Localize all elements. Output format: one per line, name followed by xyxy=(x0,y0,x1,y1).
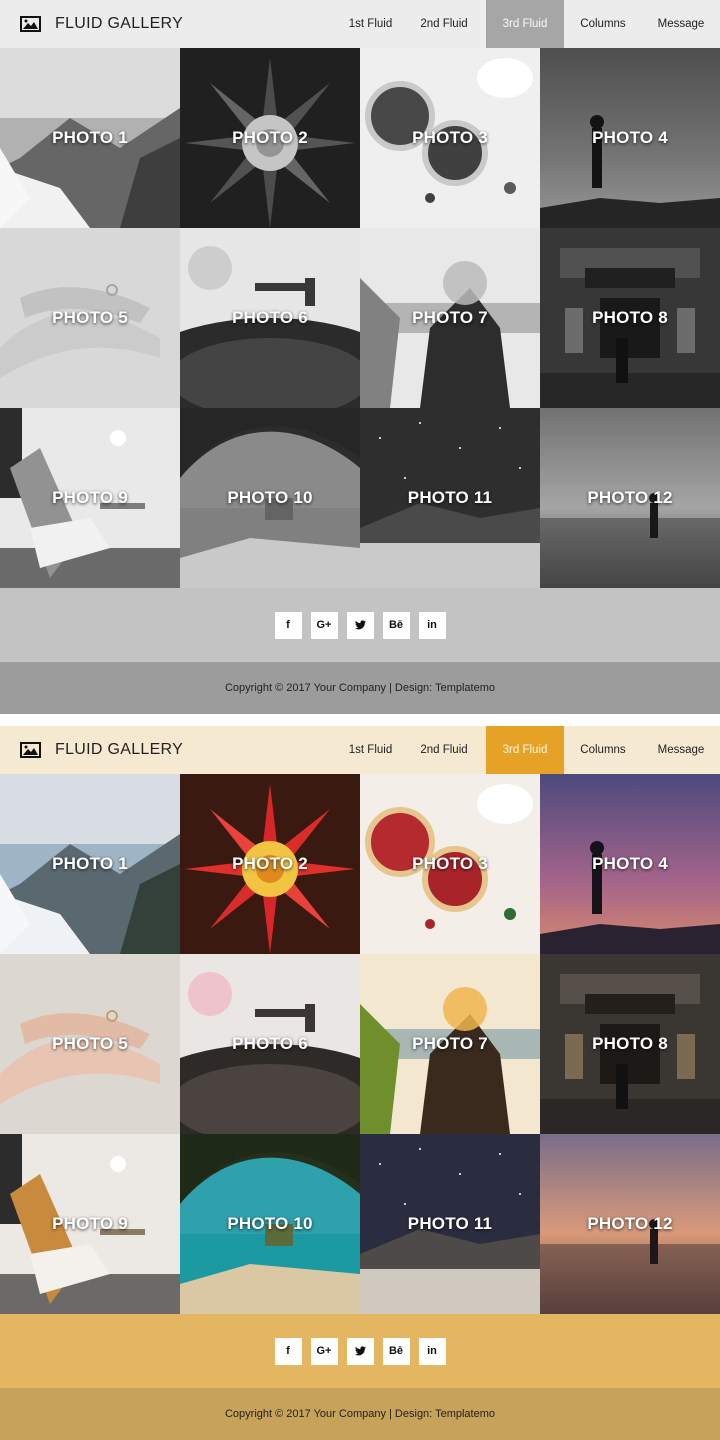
photo-tile-4[interactable]: PHOTO 4 xyxy=(540,774,720,954)
facebook-icon[interactable]: f xyxy=(274,611,302,639)
brand-title: FLUID GALLERY xyxy=(55,741,184,758)
photo-tile-8[interactable]: PHOTO 8 xyxy=(540,954,720,1134)
facebook-icon[interactable]: f xyxy=(274,1337,302,1365)
nav-link-message[interactable]: Message xyxy=(642,0,720,48)
brand-title: FLUID GALLERY xyxy=(55,15,184,32)
linkedin-icon[interactable]: in xyxy=(418,1337,446,1365)
photo-label: PHOTO 10 xyxy=(227,488,313,507)
gallery-section-color: FLUID GALLERY 1st Fluid 2nd Fluid 3rd Fl… xyxy=(0,726,720,1440)
copyright-text: Copyright © 2017 Your Company | Design: … xyxy=(224,1408,496,1420)
photo-label: PHOTO 9 xyxy=(52,1214,128,1233)
photo-tile-2[interactable]: PHOTO 2 xyxy=(180,48,360,228)
photo-tile-7[interactable]: PHOTO 7 xyxy=(360,954,540,1134)
photo-label: PHOTO 11 xyxy=(407,1214,493,1233)
photo-label: PHOTO 8 xyxy=(592,308,668,327)
behance-icon[interactable]: Bē xyxy=(382,611,410,639)
picture-icon xyxy=(20,16,41,32)
nav-link-columns[interactable]: Columns xyxy=(564,726,642,774)
twitter-icon[interactable] xyxy=(346,1337,374,1365)
photo-label: PHOTO 3 xyxy=(412,854,488,873)
photo-label: PHOTO 4 xyxy=(592,128,668,147)
photo-label: PHOTO 1 xyxy=(52,854,128,873)
photo-tile-12[interactable]: PHOTO 12 xyxy=(540,1134,720,1314)
brand[interactable]: FLUID GALLERY xyxy=(20,726,183,774)
photo-tile-6[interactable]: PHOTO 6 xyxy=(180,954,360,1134)
google-plus-icon[interactable]: G+ xyxy=(310,611,338,639)
photo-grid: PHOTO 1 PHOTO 2 PHOTO 3 PHOTO 4 PHOTO 5 … xyxy=(0,774,720,1314)
nav-link-3rd-fluid[interactable]: 3rd Fluid xyxy=(486,0,564,48)
photo-label: PHOTO 10 xyxy=(227,1214,313,1233)
photo-tile-6[interactable]: PHOTO 6 xyxy=(180,228,360,408)
photo-tile-1[interactable]: PHOTO 1 xyxy=(0,48,180,228)
photo-label: PHOTO 7 xyxy=(412,1034,488,1053)
photo-tile-3[interactable]: PHOTO 3 xyxy=(360,48,540,228)
photo-label: PHOTO 5 xyxy=(52,308,128,327)
photo-tile-12[interactable]: PHOTO 12 xyxy=(540,408,720,588)
photo-tile-5[interactable]: PHOTO 5 xyxy=(0,228,180,408)
photo-label: PHOTO 4 xyxy=(592,854,668,873)
footer: Copyright © 2017 Your Company | Design: … xyxy=(0,1388,720,1440)
photo-tile-1[interactable]: PHOTO 1 xyxy=(0,774,180,954)
nav-link-1st-fluid[interactable]: 1st Fluid xyxy=(339,726,402,774)
nav-links: 1st Fluid 2nd Fluid 3rd Fluid Columns Me… xyxy=(339,0,720,48)
picture-icon xyxy=(20,742,41,758)
photo-tile-5[interactable]: PHOTO 5 xyxy=(0,954,180,1134)
photo-tile-9[interactable]: PHOTO 9 xyxy=(0,1134,180,1314)
photo-grid: PHOTO 1 PHOTO 2 PHOTO 3 PHOTO 4 PHOTO 5 … xyxy=(0,48,720,588)
twitter-bird-icon xyxy=(354,1346,366,1356)
photo-tile-3[interactable]: PHOTO 3 xyxy=(360,774,540,954)
photo-label: PHOTO 12 xyxy=(587,1214,673,1233)
photo-tile-11[interactable]: PHOTO 11 xyxy=(360,408,540,588)
nav-link-2nd-fluid[interactable]: 2nd Fluid xyxy=(402,726,486,774)
twitter-bird-icon xyxy=(354,620,366,630)
navbar: FLUID GALLERY 1st Fluid 2nd Fluid 3rd Fl… xyxy=(0,0,720,48)
linkedin-icon[interactable]: in xyxy=(418,611,446,639)
nav-links: 1st Fluid 2nd Fluid 3rd Fluid Columns Me… xyxy=(339,726,720,774)
photo-tile-10[interactable]: PHOTO 10 xyxy=(180,1134,360,1314)
copyright-text: Copyright © 2017 Your Company | Design: … xyxy=(224,682,496,694)
photo-label: PHOTO 12 xyxy=(587,488,673,507)
behance-icon[interactable]: Bē xyxy=(382,1337,410,1365)
social-bar: f G+ Bē in xyxy=(0,588,720,662)
photo-tile-8[interactable]: PHOTO 8 xyxy=(540,228,720,408)
photo-label: PHOTO 1 xyxy=(52,128,128,147)
nav-link-message[interactable]: Message xyxy=(642,726,720,774)
photo-tile-11[interactable]: PHOTO 11 xyxy=(360,1134,540,1314)
photo-label: PHOTO 9 xyxy=(52,488,128,507)
photo-tile-10[interactable]: PHOTO 10 xyxy=(180,408,360,588)
brand[interactable]: FLUID GALLERY xyxy=(20,0,183,48)
photo-tile-2[interactable]: PHOTO 2 xyxy=(180,774,360,954)
google-plus-icon[interactable]: G+ xyxy=(310,1337,338,1365)
photo-label: PHOTO 2 xyxy=(232,854,308,873)
photo-label: PHOTO 7 xyxy=(412,308,488,327)
photo-label: PHOTO 2 xyxy=(232,128,308,147)
photo-label: PHOTO 6 xyxy=(232,308,308,327)
photo-label: PHOTO 11 xyxy=(407,488,493,507)
navbar: FLUID GALLERY 1st Fluid 2nd Fluid 3rd Fl… xyxy=(0,726,720,774)
nav-link-1st-fluid[interactable]: 1st Fluid xyxy=(339,0,402,48)
nav-link-columns[interactable]: Columns xyxy=(564,0,642,48)
photo-tile-7[interactable]: PHOTO 7 xyxy=(360,228,540,408)
nav-link-2nd-fluid[interactable]: 2nd Fluid xyxy=(402,0,486,48)
gallery-section-grayscale: FLUID GALLERY 1st Fluid 2nd Fluid 3rd Fl… xyxy=(0,0,720,714)
photo-tile-4[interactable]: PHOTO 4 xyxy=(540,48,720,228)
photo-label: PHOTO 5 xyxy=(52,1034,128,1053)
photo-tile-9[interactable]: PHOTO 9 xyxy=(0,408,180,588)
photo-label: PHOTO 8 xyxy=(592,1034,668,1053)
photo-label: PHOTO 6 xyxy=(232,1034,308,1053)
twitter-icon[interactable] xyxy=(346,611,374,639)
social-bar: f G+ Bē in xyxy=(0,1314,720,1388)
nav-link-3rd-fluid[interactable]: 3rd Fluid xyxy=(486,726,564,774)
photo-label: PHOTO 3 xyxy=(412,128,488,147)
footer: Copyright © 2017 Your Company | Design: … xyxy=(0,662,720,714)
